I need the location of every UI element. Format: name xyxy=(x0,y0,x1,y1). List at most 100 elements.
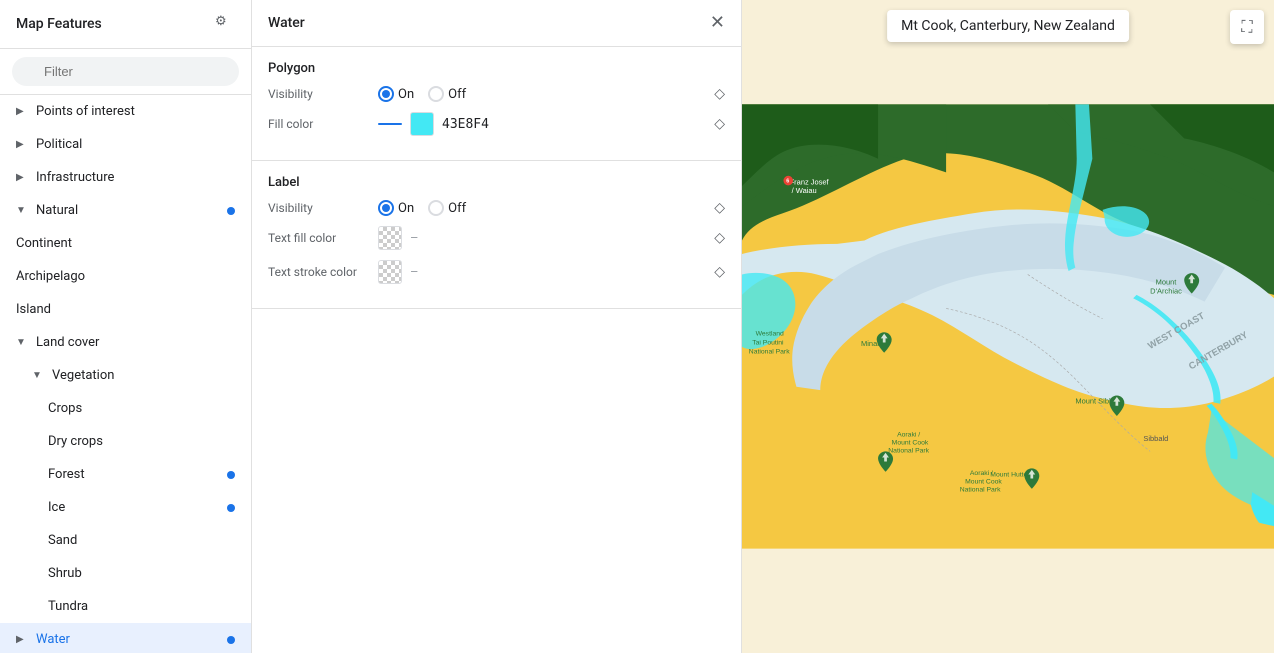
sidebar-item-label: Crops xyxy=(48,401,235,416)
diamond-icon[interactable]: ◇ xyxy=(714,264,725,280)
label-visibility-on-option[interactable]: On xyxy=(378,200,414,216)
dot-indicator xyxy=(227,471,235,479)
sidebar-item-label: Archipelago xyxy=(16,269,235,284)
map-marker-label: 6 xyxy=(786,179,789,185)
dot-indicator xyxy=(227,504,235,512)
fullscreen-button[interactable]: ⛶ xyxy=(1230,10,1264,44)
map-label-aoraki-2c: National Park xyxy=(960,486,1001,493)
gear-icon[interactable]: ⚙ xyxy=(215,14,235,34)
map-label-aoraki-1a: Aoraki / xyxy=(897,431,920,438)
filter-input[interactable] xyxy=(12,57,239,86)
label-off-label: Off xyxy=(448,201,466,216)
sidebar-item-continent[interactable]: Continent xyxy=(0,227,251,260)
map-search-bar: Mt Cook, Canterbury, New Zealand xyxy=(887,10,1129,42)
expand-arrow: ▼ xyxy=(16,337,28,348)
diamond-icon[interactable]: ◇ xyxy=(714,230,725,246)
sidebar-item-political[interactable]: ▶ Political xyxy=(0,128,251,161)
sidebar-item-label: Points of interest xyxy=(36,104,235,119)
map-label-aoraki-1c: National Park xyxy=(888,448,929,455)
color-value: 43E8F4 xyxy=(442,117,489,132)
text-stroke-color-label: Text stroke color xyxy=(268,265,378,279)
diamond-icon[interactable]: ◇ xyxy=(714,86,725,102)
map-label-aoraki-2a: Aoraki / xyxy=(970,470,993,477)
map-label-mt-darchiac: Mount xyxy=(1156,278,1178,287)
sidebar-item-ice[interactable]: Ice xyxy=(0,491,251,524)
color-row: 43E8F4 xyxy=(378,112,714,136)
expand-arrow: ▶ xyxy=(16,139,28,150)
sidebar-item-label: Land cover xyxy=(36,335,235,350)
filter-wrap: ☰ xyxy=(12,57,239,86)
label-section-title: Label xyxy=(268,175,725,190)
sidebar-item-forest[interactable]: Forest xyxy=(0,458,251,491)
diamond-icon[interactable]: ◇ xyxy=(714,116,725,132)
sidebar-item-dry-crops[interactable]: Dry crops xyxy=(0,425,251,458)
sidebar-item-island[interactable]: Island xyxy=(0,293,251,326)
sidebar-item-points-of-interest[interactable]: ▶ Points of interest xyxy=(0,95,251,128)
text-fill-color-row: Text fill color – ◇ xyxy=(268,226,725,250)
sidebar-item-label: Water xyxy=(36,632,221,647)
label-visibility-radio-group: On Off xyxy=(378,200,714,216)
label-on-label: On xyxy=(398,201,414,216)
text-stroke-color-row: Text stroke color – ◇ xyxy=(268,260,725,284)
sidebar-item-label: Vegetation xyxy=(52,368,235,383)
expand-arrow: ▼ xyxy=(32,370,44,381)
minus-line xyxy=(378,123,402,125)
sidebar-item-label: Forest xyxy=(48,467,221,482)
sidebar-item-label: Island xyxy=(16,302,235,317)
expand-arrow: ▶ xyxy=(16,634,28,645)
visibility-off-option[interactable]: Off xyxy=(428,86,466,102)
map-label-waiau: / Waiau xyxy=(792,186,817,195)
sidebar-item-label: Sand xyxy=(48,533,235,548)
sidebar-item-water[interactable]: ▶ Water xyxy=(0,623,251,653)
panel-header: Water ✕ xyxy=(252,0,741,47)
visibility-row: Visibility On Off ◇ xyxy=(268,86,725,102)
close-button[interactable]: ✕ xyxy=(710,14,725,32)
fill-color-row: Fill color 43E8F4 ◇ xyxy=(268,112,725,136)
visibility-on-option[interactable]: On xyxy=(378,86,414,102)
sidebar-item-sand[interactable]: Sand xyxy=(0,524,251,557)
map-label-westland-1: Westland xyxy=(756,331,784,338)
off-label: Off xyxy=(448,87,466,102)
map-label-aoraki-1b: Mount Cook xyxy=(892,440,929,447)
sidebar-item-label: Dry crops xyxy=(48,434,235,449)
text-fill-color-row-inner: – xyxy=(378,226,714,250)
sidebar-item-land-cover[interactable]: ▼ Land cover xyxy=(0,326,251,359)
sidebar-item-label: Political xyxy=(36,137,235,152)
sidebar-item-natural[interactable]: ▼ Natural xyxy=(0,194,251,227)
sidebar-item-label: Tundra xyxy=(48,599,235,614)
sidebar-item-archipelago[interactable]: Archipelago xyxy=(0,260,251,293)
fill-color-label: Fill color xyxy=(268,117,378,131)
text-fill-color-label: Text fill color xyxy=(268,231,378,245)
sidebar-item-tundra[interactable]: Tundra xyxy=(0,590,251,623)
map-label-westland-3: National Park xyxy=(749,348,790,355)
polygon-section: Polygon Visibility On Off ◇ Fill color xyxy=(252,47,741,161)
map-svg: WEST COAST CANTERBURY WEST COAST CANTERB… xyxy=(742,0,1274,653)
expand-arrow: ▼ xyxy=(16,205,28,216)
sidebar-header: Map Features ⚙ xyxy=(0,0,251,49)
sidebar-item-label: Shrub xyxy=(48,566,235,581)
sidebar-title: Map Features xyxy=(16,16,102,32)
radio-off[interactable] xyxy=(428,86,444,102)
map-label-mt-darchiac-2: D'Archiac xyxy=(1150,287,1182,296)
sidebar-item-infrastructure[interactable]: ▶ Infrastructure xyxy=(0,161,251,194)
text-fill-swatch[interactable] xyxy=(378,226,402,250)
sidebar-item-vegetation[interactable]: ▼ Vegetation xyxy=(0,359,251,392)
map-label-sibbald: Sibbald xyxy=(1143,434,1168,443)
color-swatch[interactable] xyxy=(410,112,434,136)
panel-title: Water xyxy=(268,15,305,31)
label-visibility-off-option[interactable]: Off xyxy=(428,200,466,216)
map-label-aoraki-2b: Mount Cook xyxy=(965,478,1002,485)
label-radio-off[interactable] xyxy=(428,200,444,216)
visibility-label: Visibility xyxy=(268,87,378,101)
polygon-section-title: Polygon xyxy=(268,61,725,76)
label-visibility-label: Visibility xyxy=(268,201,378,215)
diamond-icon[interactable]: ◇ xyxy=(714,200,725,216)
sidebar-item-crops[interactable]: Crops xyxy=(0,392,251,425)
text-fill-dash: – xyxy=(410,231,419,246)
radio-on[interactable] xyxy=(378,86,394,102)
sidebar-item-label: Continent xyxy=(16,236,235,251)
sidebar-item-shrub[interactable]: Shrub xyxy=(0,557,251,590)
dot-indicator xyxy=(227,207,235,215)
text-stroke-swatch[interactable] xyxy=(378,260,402,284)
label-radio-on[interactable] xyxy=(378,200,394,216)
